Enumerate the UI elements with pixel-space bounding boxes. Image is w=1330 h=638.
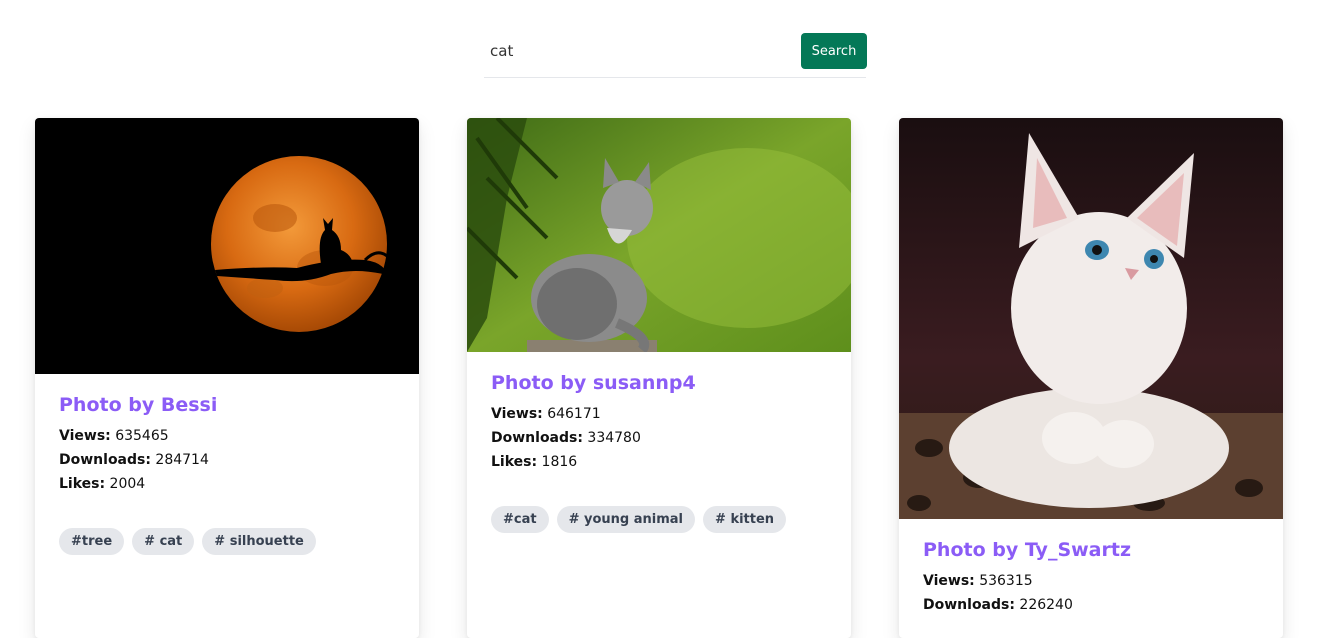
photo-title[interactable]: Photo by Ty_Swartz [923,539,1259,561]
photo-image-moon-cat[interactable] [35,118,419,374]
photo-title[interactable]: Photo by susannp4 [491,372,827,394]
tag-badge[interactable]: # cat [132,528,195,555]
photo-image-white-kitten[interactable] [899,118,1283,519]
search-button[interactable]: Search [801,33,867,69]
likes-stat: Likes: 2004 [59,476,146,492]
likes-stat: Likes: 1816 [491,454,578,470]
downloads-stat: Downloads: 334780 [491,430,641,446]
search-form: Search [484,33,867,78]
tag-list: #cat # young animal # kitten [491,506,827,533]
tag-badge[interactable]: # kitten [703,506,787,533]
views-stat: Views: 646171 [491,406,601,422]
tag-list: #tree # cat # silhouette [59,528,395,555]
photo-card: Photo by Ty_Swartz Views: 536315 Downloa… [899,118,1283,638]
downloads-stat: Downloads: 284714 [59,452,209,468]
tag-badge[interactable]: # silhouette [202,528,316,555]
views-stat: Views: 635465 [59,428,169,444]
tag-badge[interactable]: # young animal [556,506,696,533]
downloads-stat: Downloads: 226240 [923,597,1073,613]
photo-title[interactable]: Photo by Bessi [59,394,395,416]
photo-card: Photo by susannp4 Views: 646171 Download… [467,118,851,638]
tag-badge[interactable]: #cat [491,506,549,533]
tag-badge[interactable]: #tree [59,528,125,555]
photo-image-kitten-grass[interactable] [467,118,851,352]
search-input[interactable] [484,33,794,69]
photo-card: Photo by Bessi Views: 635465 Downloads: … [35,118,419,638]
views-stat: Views: 536315 [923,573,1033,589]
